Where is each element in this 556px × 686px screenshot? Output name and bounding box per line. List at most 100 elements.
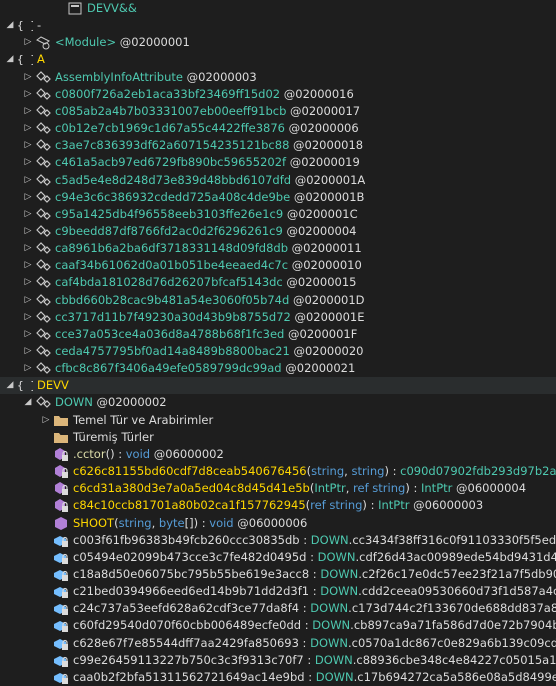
label-part: SHOOT: [73, 515, 115, 530]
tree-node[interactable]: ▷caa0b2f2bfa51311562721649ac14e9bd : DOW…: [0, 669, 556, 686]
expand-chevron-icon[interactable]: ▷: [22, 69, 34, 86]
tree-node[interactable]: ▷ c0800f726a2eb1aca33bf23469ff15d02 @0200…: [0, 86, 556, 103]
tree-node[interactable]: ▷ cfbc8c867f3406a49efe0589799dc99ad @0200…: [0, 360, 556, 377]
tree-node[interactable]: ▷ ca8961b6a2ba6df3718331148d09fd8db @0200…: [0, 240, 556, 257]
tree-node[interactable]: ▷ cc3717d11b7f49230a30d43b9b8755d72 @0200…: [0, 309, 556, 326]
tree-node[interactable]: ▷c99e26459113227b750c3c3f9313c70f7 : DOW…: [0, 652, 556, 669]
expand-chevron-icon[interactable]: ▷: [22, 189, 34, 206]
tree-node[interactable]: ▷ c085ab2a4b7b03331007eb00eeff91bcb @0200…: [0, 103, 556, 120]
expand-chevron-icon[interactable]: ▷: [22, 103, 34, 120]
tree-node-label: AssemblyInfoAttribute @02000003: [55, 70, 257, 84]
expand-chevron-icon[interactable]: ▷: [22, 172, 34, 189]
namespace-icon: { }: [17, 52, 33, 67]
label-part: void: [209, 515, 234, 530]
tree-node[interactable]: ▷c6cd31a380d3e7a0a5ed04c8d45d41e5b(IntPt…: [0, 480, 556, 497]
expand-chevron-icon[interactable]: ▷: [22, 240, 34, 257]
label-part: ceda4757795bf0ad14a8489b8800bac21: [55, 344, 290, 358]
expand-chevron-icon[interactable]: ▷: [22, 326, 34, 343]
expand-chevron-icon[interactable]: ▷: [22, 120, 34, 137]
expand-chevron-icon[interactable]: ▷: [22, 274, 34, 291]
label-part: :: [309, 566, 321, 581]
class-icon: [35, 241, 51, 256]
label-part: @0200001A: [291, 172, 366, 187]
namespace-icon: { }: [17, 18, 33, 33]
expand-chevron-icon[interactable]: ▷: [22, 343, 34, 360]
tree-node[interactable]: ▷c84c10ccb81701a80b02ca1f157762945(ref s…: [0, 497, 556, 514]
tree-node[interactable]: ▷c628e67f7e85544dff7aa2429fa850693 : DOW…: [0, 635, 556, 652]
field-lock-icon: [53, 584, 69, 599]
label-part: @02000001: [116, 35, 190, 50]
expand-chevron-icon[interactable]: ▷: [22, 257, 34, 274]
label-part: .cdd2ceea09530660d73f1d587a4c00e87: [358, 584, 556, 599]
tree-node[interactable]: ▷c05494e02099b473cce3c7fe482d0495d : DOW…: [0, 549, 556, 566]
tree-node[interactable]: ▷c24c737a53eefd628a62cdf3ce77da8f4 : DOW…: [0, 600, 556, 617]
expand-chevron-icon[interactable]: ▷: [22, 154, 34, 171]
expand-chevron-icon[interactable]: ▷: [22, 86, 34, 103]
collapse-chevron-icon[interactable]: ◢: [4, 17, 16, 34]
expand-chevron-icon[interactable]: ▷: [40, 412, 52, 429]
label-part: @02000016: [280, 86, 354, 101]
label-part: DOWN: [320, 584, 359, 599]
label-part: ) :: [362, 498, 379, 513]
label-part: ) :: [405, 481, 421, 496]
tree-node[interactable]: ▷ caf4bda181028d76d26207bfcaf5143dc @0200…: [0, 274, 556, 291]
label-part: .cctor: [73, 446, 106, 461]
tree-node[interactable]: ▷ AssemblyInfoAttribute @02000003: [0, 69, 556, 86]
collapse-chevron-icon[interactable]: ◢: [4, 51, 16, 68]
tree-node[interactable]: ▷ ceda4757795bf0ad14a8489b8800bac21 @0200…: [0, 343, 556, 360]
tree-node[interactable]: ▷ <Module> @02000001: [0, 34, 556, 51]
tree-node[interactable]: ▷ c95a1425db4f96558eeb3103ffe26e1c9 @0200…: [0, 206, 556, 223]
tree-node[interactable]: ▷ c461a5acb97ed6729fb890bc59655202f @0200…: [0, 154, 556, 171]
tree-node[interactable]: ▷c626c81155bd60cdf7d8ceab540676456(strin…: [0, 463, 556, 480]
tree-node[interactable]: ▷.cctor() : void @06000002: [0, 446, 556, 463]
tree-node[interactable]: ◢{ } A: [0, 51, 556, 68]
expand-chevron-icon[interactable]: ▷: [22, 292, 34, 309]
tree-node[interactable]: ◢ DOWN @02000002: [0, 394, 556, 411]
expand-chevron-icon[interactable]: ▷: [22, 137, 34, 154]
tree-node[interactable]: ▷ c9beedd87df8766fd2ac0d2f6296261c9 @0200…: [0, 223, 556, 240]
tree-node-label: c461a5acb97ed6729fb890bc59655202f @02000…: [55, 155, 360, 169]
tree-node[interactable]: ▷ c94e3c6c386932cdedd725a408c4de9be @0200…: [0, 189, 556, 206]
expand-chevron-icon[interactable]: ▷: [22, 309, 34, 326]
label-part: cfbc8c867f3406a49efe0589799dc99ad: [55, 361, 282, 376]
tree-node[interactable]: ▷ c3ae7c836393df62a607154235121bc88 @0200…: [0, 137, 556, 154]
tree-node-label: c6cd31a380d3e7a0a5ed04c8d45d41e5b(IntPtr…: [73, 481, 526, 495]
expand-chevron-icon[interactable]: ▷: [22, 206, 34, 223]
expand-chevron-icon[interactable]: ▷: [22, 360, 34, 377]
field-lock-icon: [53, 618, 69, 633]
tree-node[interactable]: ▷ caaf34b61062d0a01b051be4eeaed4c7c @0200…: [0, 257, 556, 274]
tree-node[interactable]: ▷DEVV&&: [0, 0, 556, 17]
tree-node[interactable]: ▷c21bed0394966eed6ed14b9b71dd2d3f1 : DOW…: [0, 583, 556, 600]
label-part: .cb897ca9a71fa586d7d0e72b7904beefc: [350, 618, 556, 633]
tree-node[interactable]: ▷ Temel Tür ve Arabirimler: [0, 412, 556, 429]
collapse-chevron-icon[interactable]: ◢: [22, 394, 34, 411]
label-part: DOWN: [315, 669, 354, 684]
tree-node[interactable]: ◢{ }-: [0, 17, 556, 34]
tree-node[interactable]: ◢{ } DEVV: [0, 377, 556, 395]
tree-node[interactable]: ▷ cbbd660b28cac9b481a54e3060f05b74d @0200…: [0, 292, 556, 309]
method-lock-icon: [53, 447, 69, 462]
tree-node[interactable]: ▷ cce37a053ce4a036d8a4788b68f1fc3ed @0200…: [0, 326, 556, 343]
tree-node[interactable]: ▷c18a8d50e06075bc795b55be619e3acc8 : DOW…: [0, 566, 556, 583]
label-part: @02000002: [92, 395, 167, 410]
label-part: @02000015: [282, 275, 357, 290]
collapse-chevron-icon[interactable]: ◢: [4, 377, 16, 394]
tree-node-label: c626c81155bd60cdf7d8ceab540676456(string…: [73, 464, 556, 478]
label-part: DOWN: [317, 549, 356, 564]
label-part: c84c10ccb81701a80b02ca1f157762945: [73, 498, 306, 513]
tree-node-label: A: [37, 52, 45, 66]
assembly-tree-view[interactable]: ▷DEVV&&◢{ }-▷<Module> @02000001◢{ }A▷Ass…: [0, 0, 556, 686]
tree-node[interactable]: ▷SHOOT(string, byte[]) : void @06000006: [0, 515, 556, 532]
tree-node[interactable]: ▷ c0b12e7cb1969c1d67a55c4422ffe3876 @0200…: [0, 120, 556, 137]
expand-chevron-icon[interactable]: ▷: [22, 34, 34, 51]
tree-node[interactable]: ▷c003f61fb96383b49fcb260ccc30835db : DOW…: [0, 532, 556, 549]
tree-node[interactable]: ▷c60fd29540d070f60cbb006489ecfe0dd : DOW…: [0, 617, 556, 634]
label-part: ca8961b6a2ba6df3718331148d09fd8db: [55, 241, 288, 256]
expand-chevron-icon[interactable]: ▷: [22, 223, 34, 240]
tree-node[interactable]: ▷Türemiş Türler: [0, 429, 556, 446]
tree-node[interactable]: ▷ c5ad5e4e8d248d73e839d48bbd6107dfd @0200…: [0, 172, 556, 189]
label-part: @06000004: [452, 481, 527, 496]
